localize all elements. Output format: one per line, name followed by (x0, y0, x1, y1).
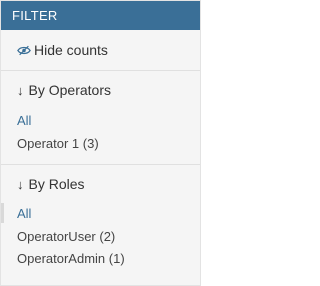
section-title-operators-label: By Operators (28, 82, 111, 98)
filter-panel: FILTER Hide counts ↓ By Operators All Op… (0, 0, 201, 286)
role-item-operatoruser[interactable]: OperatorUser (2) (17, 229, 115, 244)
active-indicator (1, 203, 4, 223)
section-title-roles-label: By Roles (28, 176, 85, 192)
divider (1, 164, 200, 165)
operators-all-link[interactable]: All (17, 113, 31, 128)
eye-slash-icon (17, 45, 31, 55)
roles-all-link[interactable]: All (17, 206, 31, 221)
role-item-operatoradmin[interactable]: OperatorAdmin (1) (17, 251, 125, 266)
arrow-down-icon: ↓ (17, 176, 24, 192)
operator-item[interactable]: Operator 1 (3) (17, 136, 99, 151)
section-title-roles: ↓ By Roles (17, 176, 85, 192)
arrow-down-icon: ↓ (17, 82, 24, 98)
filter-header: FILTER (1, 1, 200, 30)
hide-counts-label: Hide counts (34, 42, 108, 58)
section-title-operators: ↓ By Operators (17, 82, 111, 98)
hide-counts-toggle[interactable]: Hide counts (17, 42, 108, 58)
divider (1, 70, 200, 71)
